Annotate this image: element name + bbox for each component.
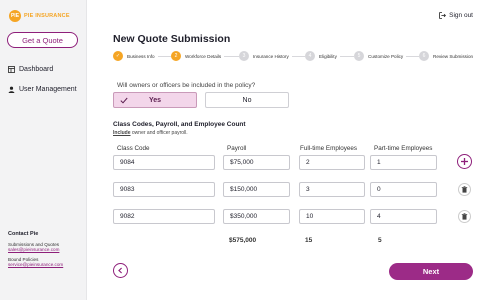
total-payroll: $575,000	[229, 237, 257, 244]
step-workforce-details[interactable]: 2 Workforce Details	[171, 51, 225, 61]
total-part-time: 5	[378, 237, 382, 244]
trash-icon	[461, 186, 468, 193]
payroll-input[interactable]: $150,000	[223, 182, 290, 197]
delete-row-button[interactable]	[458, 183, 471, 196]
full-time-input[interactable]: 2	[299, 155, 365, 170]
contact-title: Contact Pie	[8, 231, 39, 237]
section-subtitle: Include owner and officer payroll.	[113, 130, 188, 136]
step-number: 2	[171, 51, 181, 61]
contact-section: Contact Pie Submissions and Quotes sales…	[8, 231, 84, 272]
step-number: 6	[419, 51, 429, 61]
sidebar-item-dashboard[interactable]: Dashboard	[8, 66, 53, 73]
column-header-payroll: Payroll	[227, 145, 247, 152]
class-code-input[interactable]: 9082	[113, 209, 215, 224]
add-row-button[interactable]	[457, 154, 472, 169]
user-icon	[8, 86, 15, 93]
owners-question: Will owners or officers be included in t…	[117, 82, 256, 89]
logo-text: PIE INSURANCE	[24, 13, 70, 19]
part-time-input[interactable]: 1	[370, 155, 437, 170]
payroll-input[interactable]: $350,000	[223, 209, 290, 224]
part-time-input[interactable]: 4	[370, 209, 437, 224]
delete-row-button[interactable]	[458, 210, 471, 223]
include-text: Include	[113, 130, 131, 136]
payroll-input[interactable]: $75,000	[223, 155, 290, 170]
sign-out-icon	[439, 12, 447, 19]
sign-out-label: Sign out	[449, 12, 473, 19]
step-number: 5	[354, 51, 364, 61]
trash-icon	[461, 213, 468, 220]
column-header-full-time: Full-time Employees	[300, 145, 358, 152]
full-time-input[interactable]: 10	[299, 209, 365, 224]
step-review-submission[interactable]: 6 Review Submission	[419, 51, 477, 61]
back-button[interactable]	[113, 263, 128, 278]
quotes-email-link[interactable]: sales@pieinsurance.com	[8, 247, 84, 252]
step-label: Review Submission	[433, 53, 474, 59]
pie-logo[interactable]: PIE PIE INSURANCE	[9, 10, 70, 22]
class-code-input[interactable]: 9083	[113, 182, 215, 197]
part-time-input[interactable]: 0	[370, 182, 437, 197]
total-full-time: 15	[305, 237, 313, 244]
no-label: No	[242, 96, 252, 104]
sidebar-item-user-management[interactable]: User Management	[8, 86, 77, 93]
progress-stepper: ✓ Business Info 2 Workforce Details 3 In…	[113, 51, 478, 63]
step-number: 4	[305, 51, 315, 61]
step-number: 3	[239, 51, 249, 61]
sign-out-button[interactable]: Sign out	[439, 12, 473, 19]
step-eligibility[interactable]: 4 Eligibility	[305, 51, 340, 61]
step-label: Eligibility	[319, 53, 337, 59]
no-option[interactable]: No	[205, 92, 289, 108]
yes-option[interactable]: Yes	[113, 92, 197, 108]
step-customize-policy[interactable]: 5 Customize Policy	[354, 51, 407, 61]
sidebar-item-label: Dashboard	[19, 66, 54, 73]
yes-label: Yes	[148, 96, 162, 104]
sidebar-item-label: User Management	[19, 86, 77, 93]
sidebar: PIE PIE INSURANCE Get a Quote Dashboard …	[0, 0, 87, 300]
step-business-info[interactable]: ✓ Business Info	[113, 51, 158, 61]
class-code-input[interactable]: 9084	[113, 155, 215, 170]
step-label: Customize Policy	[368, 53, 404, 59]
page-title: New Quote Submission	[113, 33, 231, 45]
chevron-left-icon	[118, 267, 123, 274]
get-a-quote-button[interactable]: Get a Quote	[7, 32, 78, 48]
logo-mark: PIE	[9, 10, 21, 22]
step-insurance-history[interactable]: 3 Insurance History	[239, 51, 292, 61]
dashboard-icon	[8, 66, 15, 73]
check-icon	[120, 97, 128, 104]
full-time-input[interactable]: 3	[299, 182, 365, 197]
next-button[interactable]: Next	[389, 263, 473, 280]
step-label: Insurance History	[253, 53, 289, 59]
column-header-class-code: Class Code	[117, 145, 150, 152]
plus-icon	[461, 158, 468, 165]
step-label: Workforce Details	[185, 53, 222, 59]
subtitle-rest: owner and officer payroll.	[130, 130, 188, 136]
section-title: Class Codes, Payroll, and Employee Count	[113, 121, 246, 128]
check-icon: ✓	[113, 51, 123, 61]
step-label: Business Info	[127, 53, 155, 59]
bound-email-link[interactable]: service@pieinsurance.com	[8, 262, 84, 267]
column-header-part-time: Part-time Employees	[374, 145, 433, 152]
